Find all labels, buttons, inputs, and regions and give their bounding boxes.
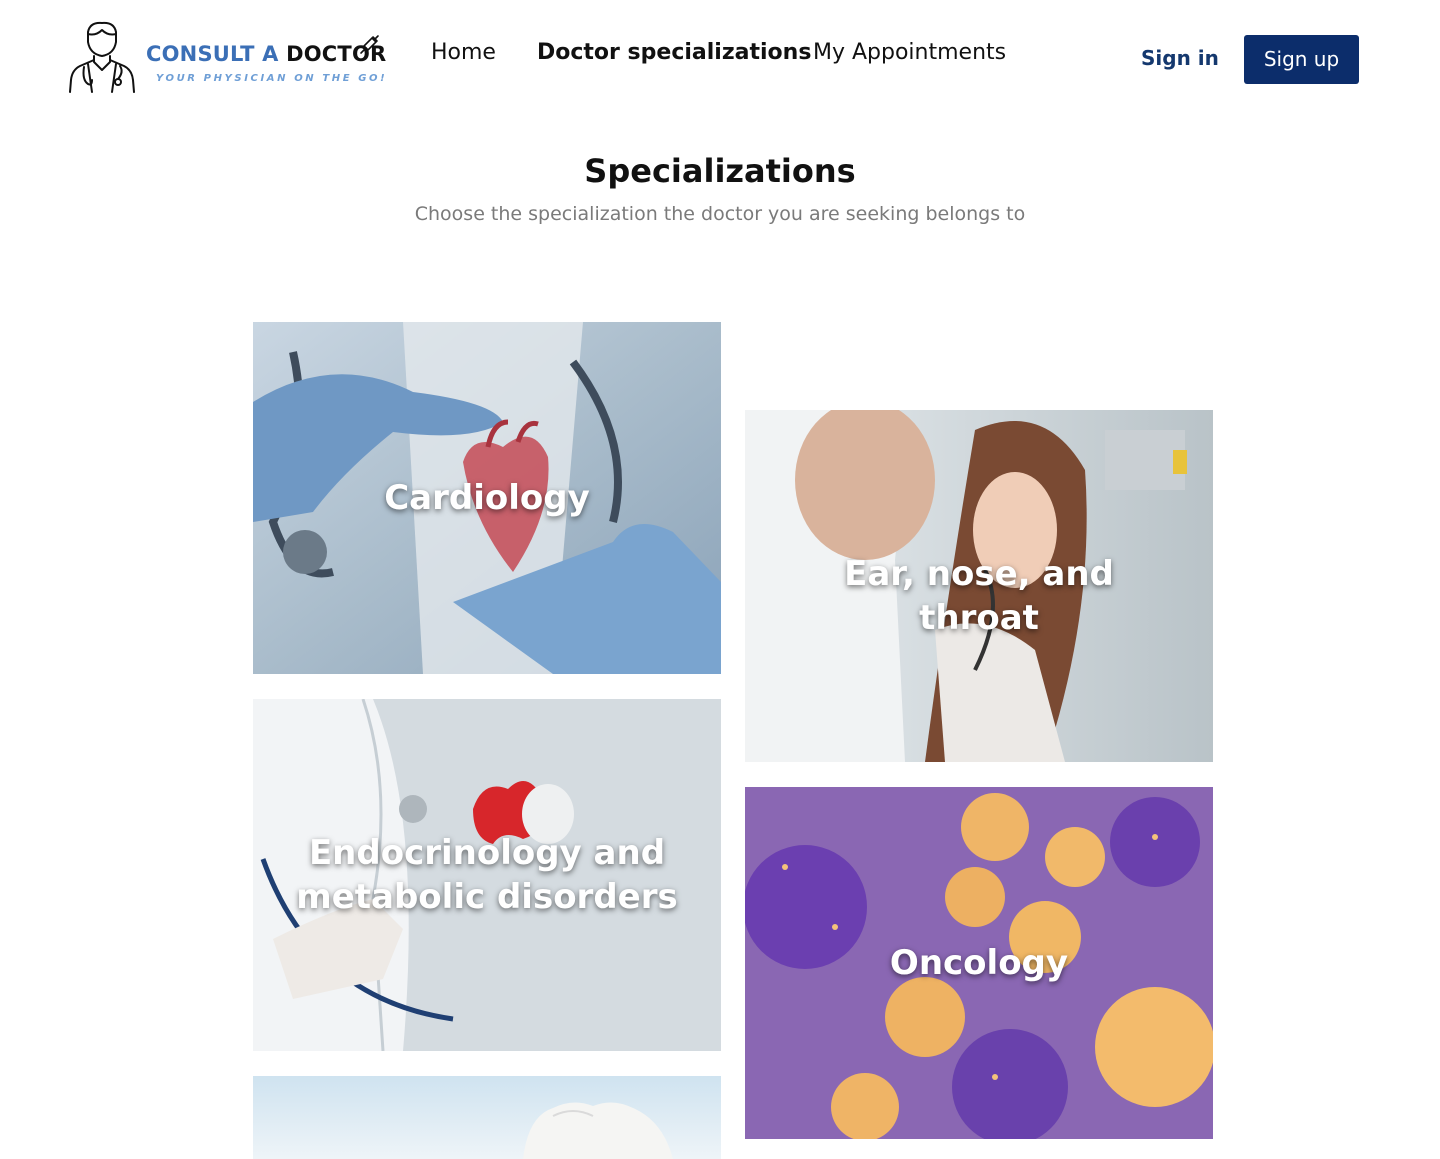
specialization-card-oncology[interactable]: Oncology — [745, 787, 1213, 1139]
specialization-card-ent[interactable]: Ear, nose, and throat — [745, 410, 1213, 762]
syringe-icon — [360, 35, 379, 54]
page-title: Specializations — [584, 152, 856, 190]
specialization-card-cardiology[interactable]: Cardiology — [253, 322, 721, 674]
specialization-label: Endocrinology and metabolic disorders — [296, 833, 678, 917]
doctor-avatar-icon — [69, 21, 135, 93]
nav-doctor-specializations[interactable]: Doctor specializations — [537, 38, 811, 68]
brand-name: CONSULT A DOCTOR — [146, 42, 386, 66]
site-header: CONSULT A DOCTOR YOUR PHYSICIAN ON THE G… — [0, 0, 1440, 110]
sign-in-link[interactable]: Sign in — [1141, 44, 1219, 72]
specialization-card-dental[interactable] — [253, 1076, 721, 1159]
brand-tagline: YOUR PHYSICIAN ON THE GO! — [156, 73, 388, 84]
specialization-card-endocrinology[interactable]: Endocrinology and metabolic disorders — [253, 699, 721, 1051]
specialization-label: Cardiology — [384, 478, 590, 518]
tooth-model-image — [253, 1076, 721, 1159]
nav-my-appointments[interactable]: My Appointments — [813, 38, 1006, 68]
brand-logo[interactable]: CONSULT A DOCTOR YOUR PHYSICIAN ON THE G… — [66, 20, 388, 94]
page-subtitle: Choose the specialization the doctor you… — [414, 203, 1026, 225]
brand-name-part1: CONSULT A — [146, 42, 287, 66]
specialization-label: Ear, nose, and throat — [844, 554, 1114, 638]
specialization-label: Oncology — [889, 943, 1069, 983]
sign-up-button[interactable]: Sign up — [1244, 35, 1359, 84]
nav-home[interactable]: Home — [431, 38, 496, 68]
